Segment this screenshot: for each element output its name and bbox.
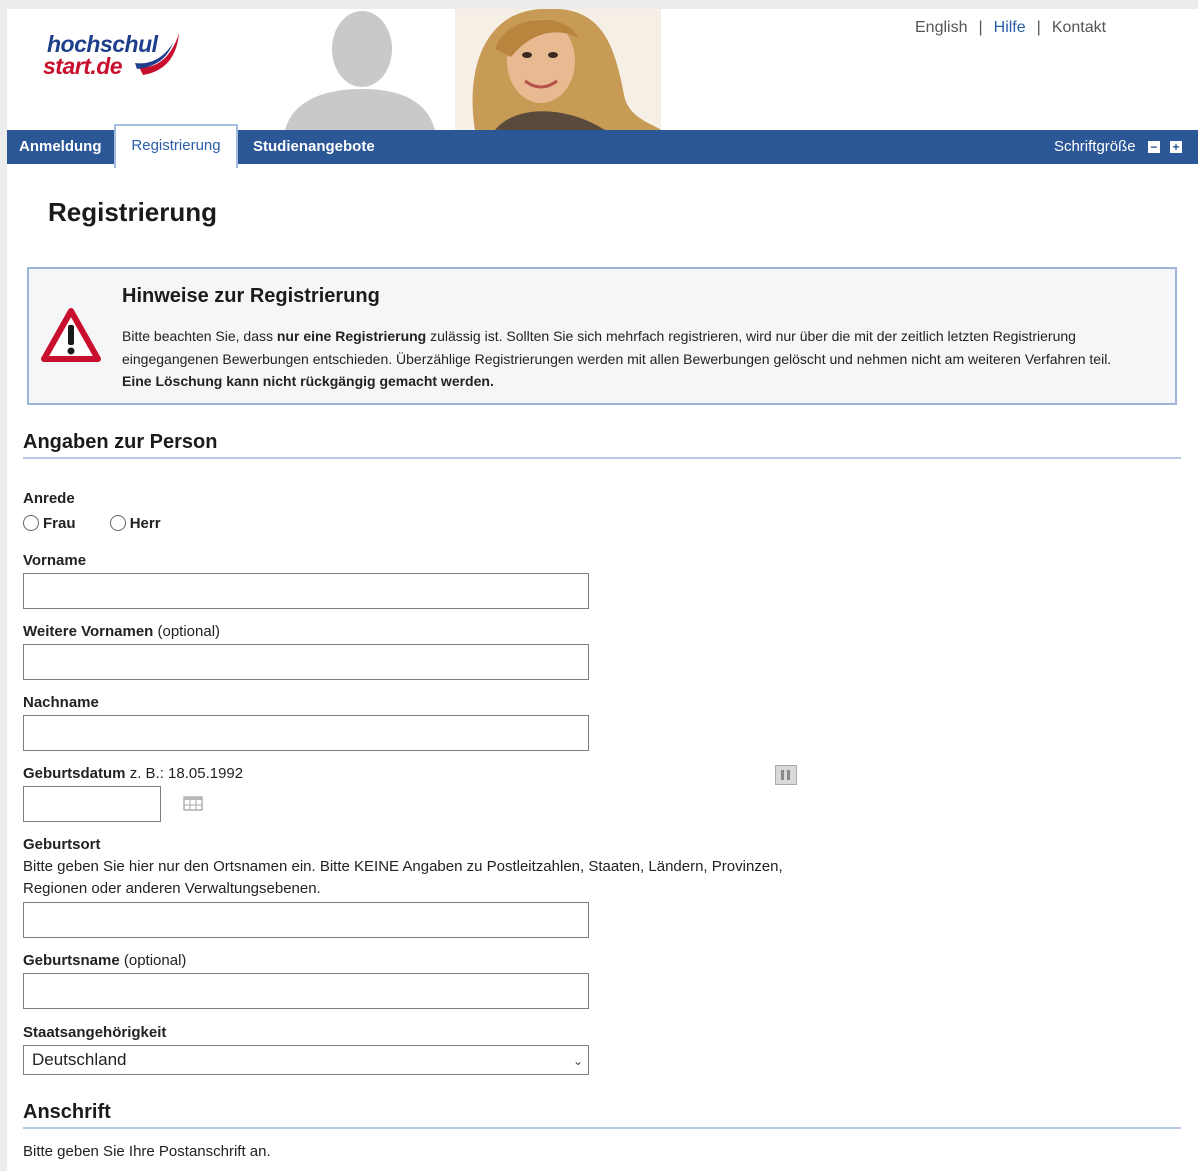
more-firstnames-label: Weitere Vornamen (optional)	[23, 623, 221, 640]
page: hochschul start.de English | Hilfe | Kon…	[7, 9, 1198, 1171]
lastname-label: Nachname	[23, 694, 99, 711]
nationality-select[interactable]: Deutschland ⌄	[23, 1045, 589, 1075]
header-silhouette-image	[285, 9, 435, 130]
radio-herr-label[interactable]: Herr	[130, 515, 161, 532]
info-icon[interactable]	[775, 765, 797, 785]
birthname-label: Geburtsname (optional)	[23, 952, 187, 969]
top-links: English | Hilfe | Kontakt	[915, 19, 1106, 37]
birthplace-help: Bitte geben Sie hier nur den Ortsnamen e…	[23, 858, 783, 897]
more-firstnames-field[interactable]	[23, 644, 589, 680]
header-portrait-image	[455, 9, 661, 130]
firstname-field[interactable]	[23, 573, 589, 609]
radio-frau[interactable]	[23, 515, 39, 531]
salutation-label: Anrede	[23, 490, 75, 507]
section-title-address: Anschrift	[23, 1101, 111, 1123]
radio-herr[interactable]	[109, 515, 126, 531]
section-title-person: Angaben zur Person	[23, 431, 218, 453]
site-header: hochschul start.de English | Hilfe | Kon…	[7, 9, 1198, 130]
logo-text-line2: start.de	[43, 53, 123, 79]
nationality-label: Staatsangehörigkeit	[23, 1024, 167, 1041]
notice-title: Hinweise zur Registrierung	[122, 285, 380, 307]
section-divider	[23, 457, 1181, 459]
chevron-down-icon: ⌄	[572, 1054, 583, 1068]
logo-swoosh-icon	[135, 33, 179, 75]
link-help[interactable]: Hilfe	[994, 19, 1026, 37]
notice-text-bold2: Eine Löschung kann nicht rückgängig gema…	[122, 373, 494, 389]
site-logo[interactable]: hochschul start.de	[41, 29, 191, 89]
warning-icon	[41, 308, 101, 362]
birthplace-label: Geburtsort	[23, 836, 101, 853]
link-english[interactable]: English	[915, 19, 967, 37]
registration-notice: Hinweise zur Registrierung Bitte beachte…	[27, 267, 1177, 405]
main-nav: Anmeldung Registrierung Studienangebote …	[7, 124, 1198, 168]
calendar-icon[interactable]	[183, 795, 203, 811]
nav-tab-registrierung[interactable]: Registrierung	[114, 124, 238, 168]
nav-tab-studienangebote[interactable]: Studienangebote	[253, 130, 375, 164]
link-contact[interactable]: Kontakt	[1052, 19, 1106, 37]
notice-text-part1: Bitte beachten Sie, dass	[122, 328, 277, 344]
lastname-field[interactable]	[23, 715, 589, 751]
firstname-label: Vorname	[23, 552, 87, 569]
font-larger-icon[interactable]: +	[1170, 141, 1182, 154]
birthdate-field[interactable]	[23, 786, 161, 822]
birthplace-field[interactable]	[23, 902, 589, 938]
radio-frau-label[interactable]: Frau	[43, 515, 76, 532]
birthname-field[interactable]	[23, 973, 589, 1009]
nav-tab-anmeldung[interactable]: Anmeldung	[19, 130, 102, 164]
birthdate-label: Geburtsdatum z. B.: 18.05.1992	[23, 765, 244, 782]
salutation-group: Frau Herr	[23, 515, 161, 532]
address-help: Bitte geben Sie Ihre Postanschrift an.	[23, 1143, 271, 1160]
font-smaller-icon[interactable]: −	[1147, 141, 1160, 154]
font-size-control: Schriftgröße − +	[1054, 130, 1182, 164]
nationality-selected-value: Deutschland	[32, 1050, 127, 1069]
section-divider	[23, 1127, 1181, 1129]
notice-text: Bitte beachten Sie, dass nur eine Regist…	[122, 325, 1122, 393]
font-size-label: Schriftgröße	[1053, 138, 1136, 155]
link-separator: |	[1036, 19, 1041, 36]
page-title: Registrierung	[48, 197, 218, 227]
link-separator: |	[978, 19, 983, 36]
notice-text-bold1: nur eine Registrierung	[276, 328, 427, 344]
